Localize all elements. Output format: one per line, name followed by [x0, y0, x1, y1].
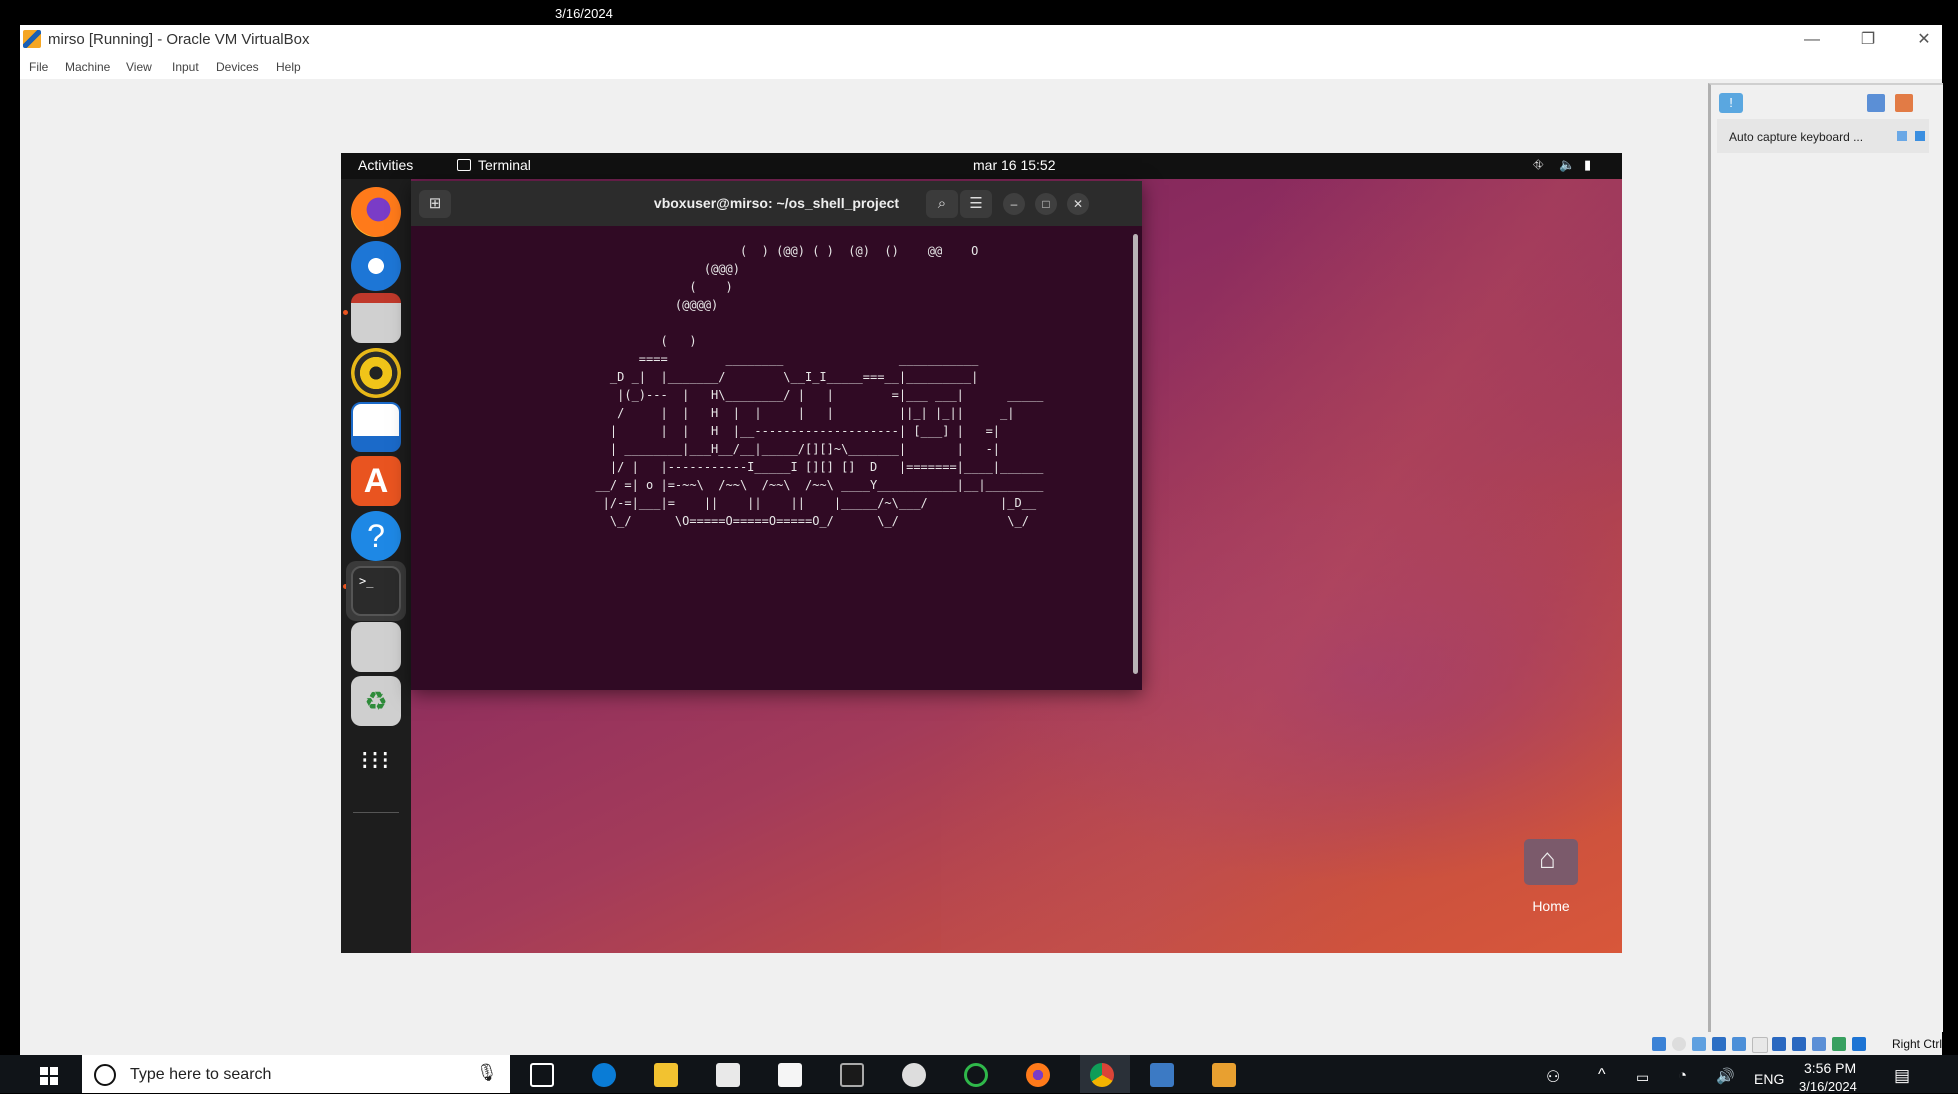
terminal-close-button[interactable]: ✕ [1067, 193, 1089, 215]
taskbar-date[interactable]: 3/16/2024 [1799, 1079, 1857, 1094]
search-button[interactable]: ⌕ [926, 190, 958, 218]
people-icon[interactable]: ⚇ [1546, 1067, 1560, 1087]
notification-center: ! Auto capture keyboard ... [1708, 83, 1943, 1032]
terminal-dock-icon[interactable]: >_ [351, 566, 401, 616]
hamburger-menu-button[interactable]: ☰ [960, 190, 992, 218]
notification-pin-icon[interactable] [1897, 131, 1907, 141]
menu-bar: File Machine View Input Devices Help [20, 55, 1942, 79]
menu-machine[interactable]: Machine [65, 60, 110, 74]
menu-input[interactable]: Input [172, 60, 199, 74]
menu-file[interactable]: File [29, 60, 48, 74]
minimize-button[interactable]: — [1784, 25, 1840, 55]
tray-chevron-up-icon[interactable]: ^ [1598, 1066, 1606, 1084]
files-running-indicator [343, 310, 348, 315]
virtualbox-titlebar[interactable]: mirso [Running] - Oracle VM VirtualBox —… [20, 25, 1942, 55]
battery-tray-icon[interactable]: ▭ [1636, 1069, 1649, 1086]
notification-message[interactable]: Auto capture keyboard ... [1717, 119, 1929, 153]
vbox-status-bar: Right Ctrl [1632, 1033, 1942, 1055]
notification-sort-icon[interactable] [1867, 94, 1885, 112]
battery-icon[interactable]: ▮ [1584, 157, 1591, 173]
cpu-icon[interactable] [1812, 1037, 1826, 1051]
firefox-icon[interactable] [351, 187, 401, 237]
file-explorer-icon[interactable] [654, 1063, 678, 1087]
dock-separator [353, 812, 399, 813]
terminal-title: vboxuser@mirso: ~/os_shell_project [653, 195, 900, 211]
windows-start-icon[interactable] [40, 1067, 58, 1085]
network-icon[interactable]: ⛗ [1533, 157, 1543, 173]
top-bar-clock[interactable]: mar 16 15:52 [973, 157, 1056, 173]
ubuntu-software-icon[interactable]: A [351, 456, 401, 506]
mouse-integration-icon[interactable] [1832, 1037, 1846, 1051]
ascii-train-art: ( ) (@@) ( ) (@) () @@ O (@@@) ( ) (@@@@… [595, 244, 1044, 528]
text-editor-icon[interactable] [351, 622, 401, 672]
network-status-icon[interactable] [1712, 1037, 1726, 1051]
notification-close-icon[interactable] [1915, 131, 1925, 141]
shared-folders-icon[interactable] [1752, 1037, 1768, 1053]
hard-disk-icon[interactable] [1652, 1037, 1666, 1051]
menu-devices[interactable]: Devices [216, 60, 259, 74]
close-button[interactable]: ✕ [1896, 25, 1952, 55]
show-apps-icon[interactable]: ⁝⁝⁝ [351, 735, 401, 785]
taskbar-time[interactable]: 3:56 PM [1804, 1060, 1856, 1076]
terminal-output[interactable]: ( ) (@@) ( ) (@) () @@ O (@@@) ( ) (@@@@… [411, 226, 1142, 690]
task-view-icon[interactable] [530, 1063, 554, 1087]
virtualbox-vm-icon[interactable] [1212, 1063, 1236, 1087]
thunderbird-icon[interactable] [351, 241, 401, 291]
spinner-app-icon[interactable] [964, 1063, 988, 1087]
volume-icon[interactable]: 🔈 [1559, 157, 1575, 173]
virtualbox-app-icon [23, 30, 41, 48]
terminal-minimize-button[interactable]: – [1003, 193, 1025, 215]
focused-app-label[interactable]: Terminal [478, 157, 531, 173]
input-language[interactable]: ENG [1754, 1071, 1784, 1087]
microsoft-store-icon[interactable] [716, 1063, 740, 1087]
command-prompt-icon[interactable] [840, 1063, 864, 1087]
wifi-icon[interactable]: ◔ [1678, 1067, 1687, 1084]
ubuntu-top-bar: Activities Terminal mar 16 15:52 ⛗ 🔈 ▮ [341, 153, 1622, 179]
chrome-icon[interactable] [1090, 1063, 1114, 1087]
top-date-text: 3/16/2024 [555, 6, 613, 21]
home-folder-label[interactable]: Home [1504, 898, 1598, 914]
action-center-icon[interactable]: ▤ [1894, 1066, 1910, 1086]
trash-icon[interactable]: ♻ [351, 676, 401, 726]
search-placeholder: Type here to search [130, 1066, 272, 1083]
host-key-label: Right Ctrl [1892, 1037, 1943, 1051]
usb-icon[interactable] [1732, 1037, 1746, 1051]
display-icon[interactable] [1772, 1037, 1786, 1051]
microphone-icon[interactable]: 🎙 [476, 1063, 498, 1083]
virtualbox-taskbar-icon[interactable] [1150, 1063, 1174, 1087]
activities-button[interactable]: Activities [358, 157, 413, 173]
notification-info-icon: ! [1719, 93, 1743, 113]
speaker-icon[interactable]: 🔊 [1716, 1067, 1735, 1085]
window-title: mirso [Running] - Oracle VM VirtualBox [48, 31, 310, 48]
guest-screen[interactable]: Activities Terminal mar 16 15:52 ⛗ 🔈 ▮ A… [341, 153, 1622, 953]
cortana-icon [94, 1064, 116, 1086]
audio-icon[interactable] [1692, 1037, 1706, 1051]
libreoffice-writer-icon[interactable] [351, 402, 401, 452]
mail-icon[interactable] [778, 1063, 802, 1087]
terminal-app-icon [457, 159, 471, 171]
terminal-scrollbar[interactable] [1133, 234, 1138, 674]
notification-message-text: Auto capture keyboard ... [1729, 130, 1864, 144]
notification-clear-icon[interactable] [1895, 94, 1913, 112]
top-date-strip: 3/16/2024 [0, 0, 1958, 25]
terminal-headerbar[interactable]: ⊞ vboxuser@mirso: ~/os_shell_project ⌕ ☰… [411, 181, 1142, 226]
edge-icon[interactable] [592, 1063, 616, 1087]
ubuntu-dock: A ? >_ ♻ ⁝⁝⁝ [341, 179, 411, 953]
taskbar-search-box[interactable]: Type here to search 🎙 [82, 1055, 510, 1093]
settings-gear-icon[interactable] [902, 1063, 926, 1087]
keyboard-capture-icon[interactable] [1852, 1037, 1866, 1051]
menu-view[interactable]: View [126, 60, 152, 74]
firefox-taskbar-icon[interactable] [1026, 1063, 1050, 1087]
files-icon[interactable] [351, 293, 401, 343]
restore-button[interactable]: ❐ [1840, 25, 1896, 55]
terminal-window[interactable]: ⊞ vboxuser@mirso: ~/os_shell_project ⌕ ☰… [411, 181, 1142, 690]
help-icon[interactable]: ? [351, 511, 401, 561]
recording-icon[interactable] [1792, 1037, 1806, 1051]
terminal-maximize-button[interactable]: □ [1035, 193, 1057, 215]
home-folder-icon[interactable] [1524, 839, 1578, 885]
optical-drive-icon[interactable] [1672, 1037, 1686, 1051]
rhythmbox-icon[interactable] [351, 348, 401, 398]
menu-help[interactable]: Help [276, 60, 301, 74]
